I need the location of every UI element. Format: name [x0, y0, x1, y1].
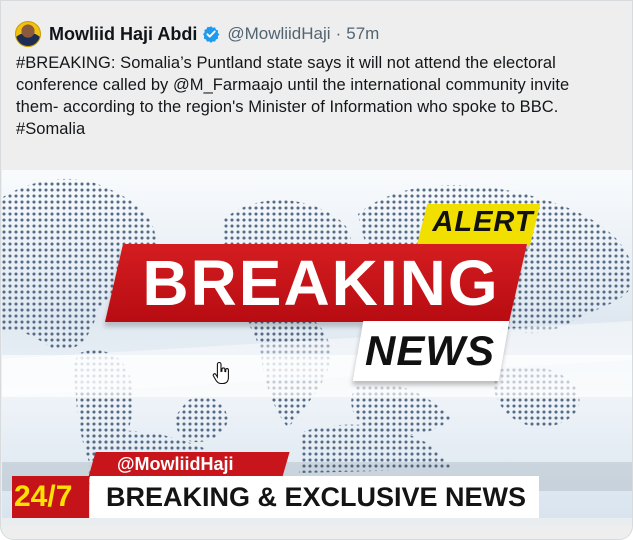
map-light-band — [2, 355, 632, 397]
breaking-news-image[interactable]: ALERT BREAKING NEWS @MowliidHaji 24/7 BR… — [2, 170, 632, 526]
ticker-text: BREAKING & EXCLUSIVE NEWS — [106, 482, 527, 512]
verified-badge-icon — [203, 26, 220, 43]
tweet-header: Mowliid Haji Abdi @MowliidHaji · 57m — [15, 17, 379, 51]
news-label: NEWS — [365, 327, 495, 374]
separator-dot: · — [335, 24, 342, 43]
tweet-text: #BREAKING: Somalia’s Puntland state says… — [16, 54, 570, 138]
tweet-card[interactable]: Mowliid Haji Abdi @MowliidHaji · 57m #BR… — [0, 0, 633, 540]
hand-cursor-icon — [212, 361, 229, 385]
breaking-banner-text: BREAKING — [142, 247, 500, 319]
handle-tag: @MowliidHaji — [117, 454, 234, 474]
tweet-time[interactable]: 57m — [346, 24, 379, 44]
avatar[interactable] — [15, 21, 41, 47]
image-bottom-strip — [2, 518, 632, 526]
twenty-four-seven-label: 24/7 — [14, 480, 73, 513]
alert-label: ALERT — [432, 206, 534, 238]
handle[interactable]: @MowliidHaji — [227, 24, 330, 44]
display-name[interactable]: Mowliid Haji Abdi — [49, 24, 197, 45]
